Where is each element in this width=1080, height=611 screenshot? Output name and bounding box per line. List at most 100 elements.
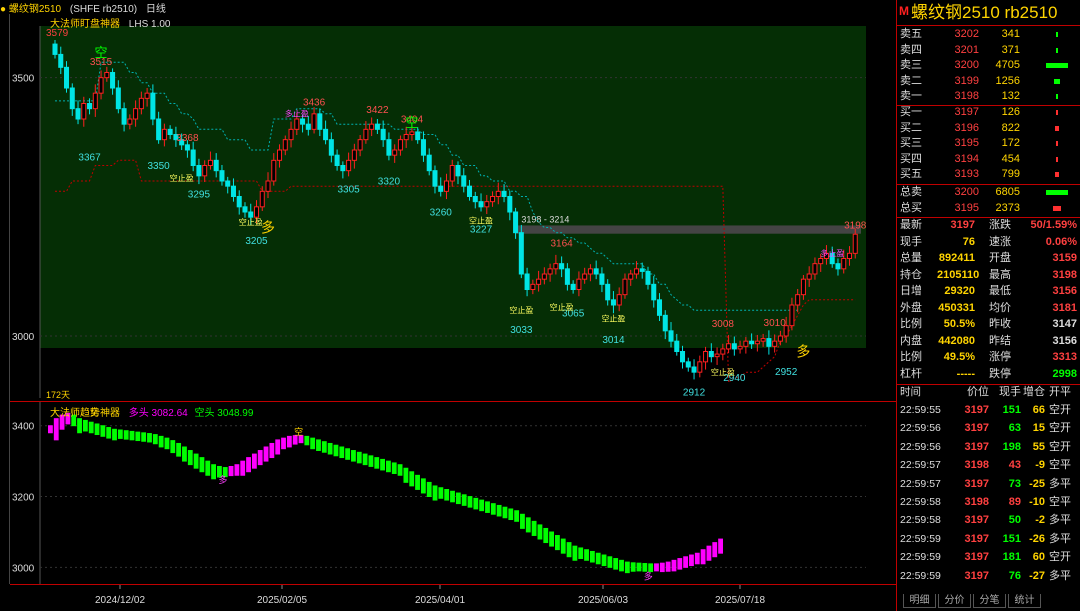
candle-body (449, 165, 455, 182)
candle-body (225, 180, 231, 187)
trend-bar (712, 542, 718, 558)
quote-value: 2998 (1052, 367, 1077, 380)
main-indicator-name[interactable]: 大法师盯盘神器 (50, 19, 120, 30)
book-row[interactable]: 总买 3195 2373 (897, 201, 1080, 217)
quote-row: 现手 76 速涨 0.06% (897, 235, 1080, 251)
low-label: 3014 (602, 335, 625, 346)
tick-time: 22:59:57 (900, 477, 941, 490)
tick-row[interactable]: 22:59:58 3197 50 -2 多平 (897, 513, 1080, 529)
tick-row[interactable]: 22:59:59 3197 76 -27 多平 (897, 569, 1080, 585)
high-label: 3368 (176, 133, 199, 144)
trend-bar (683, 556, 689, 568)
tick-time: 22:59:59 (900, 551, 941, 564)
level-price: 3200 (954, 59, 979, 72)
tick-type: 空平 (1049, 459, 1071, 472)
candle-body (662, 314, 668, 332)
trend-bar (187, 450, 193, 466)
tab-3[interactable]: 统计 (1008, 594, 1041, 608)
quote-key: 总量 (900, 252, 922, 264)
tick-volume: 151 (1002, 404, 1021, 416)
tick-row[interactable]: 22:59:59 3197 151 -26 多平 (897, 532, 1080, 548)
quote-key: 昨结 (989, 334, 1011, 347)
tick-row[interactable]: 22:59:56 3197 198 55 空开 (897, 440, 1080, 456)
tick-time: 22:59:58 (900, 496, 941, 508)
quote-key: 均价 (989, 301, 1011, 314)
trend-chart[interactable]: 340032003000空空多多 (10, 402, 896, 585)
quote-key: 涨跌 (989, 219, 1011, 231)
tab-2[interactable]: 分笔 (973, 594, 1006, 608)
trend-bar (397, 464, 403, 476)
level-volume: 371 (1001, 43, 1020, 56)
trend-bar (321, 441, 327, 453)
candle-body (559, 263, 565, 270)
book-row[interactable]: 总卖 3200 6805 (897, 185, 1080, 201)
tick-oi-change: 66 (1032, 404, 1045, 416)
trend-bar (182, 446, 187, 462)
tick-row[interactable]: 22:59:55 3197 151 66 空开 (897, 403, 1080, 419)
book-row[interactable]: 买二 3196 822 (897, 121, 1080, 137)
book-row[interactable]: 卖五 3202 341 (897, 27, 1080, 43)
left-toolbar[interactable] (0, 14, 10, 584)
tick-row[interactable]: 22:59:58 3198 89 -10 空平 (897, 495, 1080, 511)
trend-bar (240, 460, 246, 476)
trend-bar (368, 455, 374, 467)
kong-stop-signal: 空止盈 (170, 173, 194, 183)
candle-body (52, 43, 58, 55)
candle-body (259, 190, 265, 208)
book-row[interactable]: 买一 3197 126 (897, 105, 1080, 121)
book-row[interactable]: 卖一 3198 132 (897, 89, 1080, 105)
book-row[interactable]: 买四 3194 454 (897, 152, 1080, 168)
book-row[interactable]: 卖二 3199 1256 (897, 74, 1080, 90)
candle-body (680, 351, 686, 363)
tick-row[interactable]: 22:59:59 3197 181 60 空开 (897, 550, 1080, 566)
tick-volume: 89 (1008, 496, 1021, 508)
candle-body (87, 103, 93, 110)
candle-body (363, 128, 369, 141)
trend-bar (485, 501, 490, 513)
trend-bar (304, 435, 310, 446)
candle-body (75, 108, 81, 120)
level-volume: 822 (1001, 121, 1020, 134)
book-row[interactable]: 卖四 3201 371 (897, 43, 1080, 59)
level-label: 买三 (900, 137, 922, 150)
quote-row: 杠杆 ----- 跌停 2998 (897, 367, 1080, 383)
tick-time: 22:59:59 (900, 569, 941, 582)
quote-key: 最低 (989, 285, 1011, 297)
book-row[interactable]: 买三 3195 172 (897, 136, 1080, 152)
tick-row[interactable]: 22:59:57 3198 43 -9 空平 (897, 458, 1080, 474)
main-chart-area[interactable]: 3500 3000 3198 - 3214 3579 172天 3515 3368 3436 3… (10, 14, 896, 401)
low-label: 3320 (378, 177, 401, 188)
tab-1[interactable]: 分价 (938, 594, 971, 608)
candle-body (628, 273, 634, 280)
candle-body (409, 131, 415, 135)
candle-body (265, 180, 271, 192)
tick-row[interactable]: 22:59:57 3197 73 -25 多平 (897, 477, 1080, 493)
candle-body (115, 87, 121, 110)
level-label: 买四 (900, 152, 922, 165)
level-label: 买五 (900, 168, 922, 181)
candlestick-chart[interactable]: 350030003198 - 32143579172天3515336834363… (10, 14, 896, 401)
candle-body (674, 340, 680, 352)
candle-body (766, 338, 772, 347)
candle-body (806, 273, 812, 280)
tab-0[interactable]: 明细 (903, 594, 936, 608)
sub-indicator-name[interactable]: 大法师趋势神器 (50, 408, 120, 419)
low-label: 3260 (430, 208, 453, 219)
trend-bar (48, 425, 53, 434)
book-row[interactable]: 买五 3193 799 (897, 167, 1080, 183)
candle-body (202, 165, 208, 177)
tick-list[interactable]: 时间 价位 现手 增仓 开平 22:59:55 3197 151 66 空开 22:59:56 319… (897, 385, 1080, 590)
book-row[interactable]: 卖三 3200 4705 (897, 58, 1080, 74)
candle-body (294, 118, 300, 130)
candle-body (726, 343, 732, 350)
tick-row[interactable]: 22:59:56 3197 63 15 空开 (897, 421, 1080, 437)
quote-row: 内盘 442080 昨结 3156 (897, 334, 1080, 350)
trend-indicator-panel[interactable]: 3400 3200 3000 空空多多 大法师趋势神器 多头 3082.64 空头 3… (10, 401, 896, 585)
trend-bar (502, 506, 508, 519)
high-label: 3008 (712, 319, 735, 330)
trend-bar (170, 440, 176, 454)
candle-body (777, 335, 783, 342)
tick-type: 空开 (1049, 404, 1071, 416)
trend-bar (624, 561, 630, 574)
candle-body (230, 185, 236, 198)
